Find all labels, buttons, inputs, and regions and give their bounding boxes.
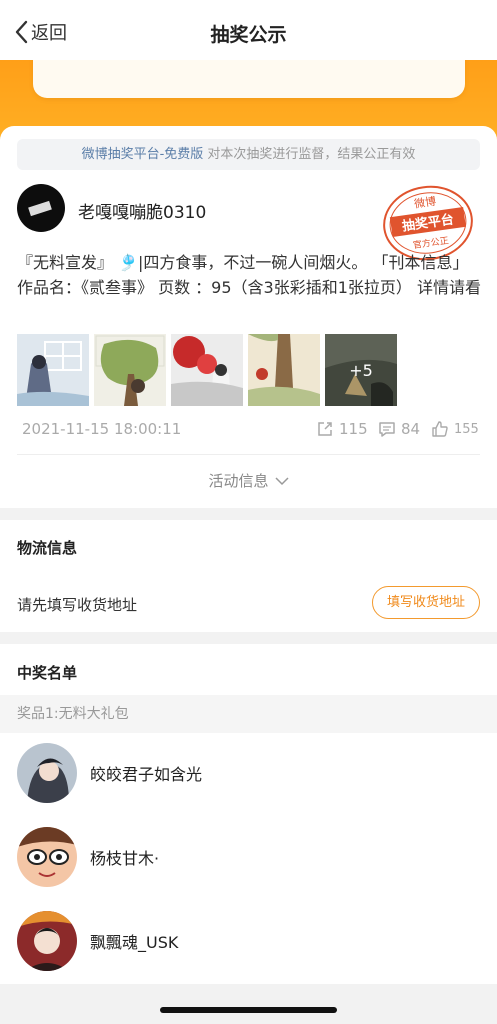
like-stat[interactable]: 155 (431, 420, 479, 438)
stamp-top-text: 微博 (413, 194, 437, 211)
address-prompt: 请先填写收货地址 (17, 596, 138, 614)
repost-count: 115 (339, 420, 368, 438)
supervision-notice: 微博抽奖平台-免费版 对本次抽奖进行监督，结果公正有效 (17, 139, 480, 170)
divider (17, 454, 480, 455)
post-meta: 2021-11-15 18:00:11 115 84 155 (22, 420, 480, 440)
repost-stat[interactable]: 115 (316, 420, 368, 438)
more-images-count: +5 (325, 334, 397, 406)
prize-label: 奖品1:无料大礼包 (0, 695, 497, 733)
winner-item[interactable]: 飘飄魂_USK (17, 911, 477, 971)
post-content[interactable]: 『无料宣发』 🎐|四方食事，不过一碗人间烟火。 「刊本信息」 作品名：《贰叁事》… (17, 250, 483, 300)
logistics-title: 物流信息 (17, 539, 78, 557)
gallery-image-3[interactable] (171, 334, 243, 406)
navigation-bar: 返回 抽奖公示 (0, 0, 497, 60)
stamp-bottom-text: 官方公正 (412, 234, 449, 251)
fill-address-button[interactable]: 填写收货地址 (372, 586, 480, 619)
gallery-image-2[interactable] (94, 334, 166, 406)
post-card: 微博抽奖平台-免费版 对本次抽奖进行监督，结果公正有效 老嘎嘎嘣脆0310 微博… (0, 126, 497, 508)
activity-info-label: 活动信息 (208, 472, 269, 490)
logistics-section: 物流信息 请先填写收货地址 填写收货地址 (0, 520, 497, 632)
platform-link[interactable]: 微博抽奖平台-免费版 (82, 147, 204, 162)
winner-item[interactable]: 皎皎君子如含光 (17, 743, 477, 803)
chevron-down-icon (274, 476, 289, 485)
like-count: 155 (454, 421, 479, 437)
gallery-image-4[interactable] (248, 334, 320, 406)
winners-section: 中奖名单 奖品1:无料大礼包 皎皎君子如含光 杨枝甘木· 飘飄魂_USK (0, 644, 497, 984)
avatar-card-graphic (28, 200, 52, 217)
poster-avatar[interactable] (17, 184, 65, 232)
comment-stat[interactable]: 84 (378, 420, 420, 438)
post-date: 2021-11-15 18:00:11 (22, 420, 182, 438)
winner-name: 杨枝甘木· (90, 849, 160, 868)
winners-title: 中奖名单 (17, 664, 78, 682)
thumbs-up-icon (432, 421, 448, 437)
gallery-image-1[interactable] (17, 334, 89, 406)
repost-icon (318, 422, 332, 436)
comment-count: 84 (401, 420, 421, 438)
gallery-image-5-more[interactable]: +5 (325, 334, 397, 406)
poster-username[interactable]: 老嘎嘎嘣脆0310 (78, 198, 206, 223)
activity-info-toggle[interactable]: 活动信息 (0, 470, 497, 491)
home-indicator[interactable] (160, 1007, 337, 1013)
avatar[interactable] (17, 911, 77, 971)
image-gallery: +5 (17, 334, 397, 406)
winner-name: 飘飄魂_USK (90, 933, 179, 952)
avatar[interactable] (17, 743, 77, 803)
page-title: 抽奖公示 (210, 24, 287, 46)
winner-name: 皎皎君子如含光 (90, 765, 203, 784)
notice-text: 对本次抽奖进行监督，结果公正有效 (207, 147, 416, 162)
winner-item[interactable]: 杨枝甘木· (17, 827, 477, 887)
avatar[interactable] (17, 827, 77, 887)
comment-icon (379, 422, 395, 437)
